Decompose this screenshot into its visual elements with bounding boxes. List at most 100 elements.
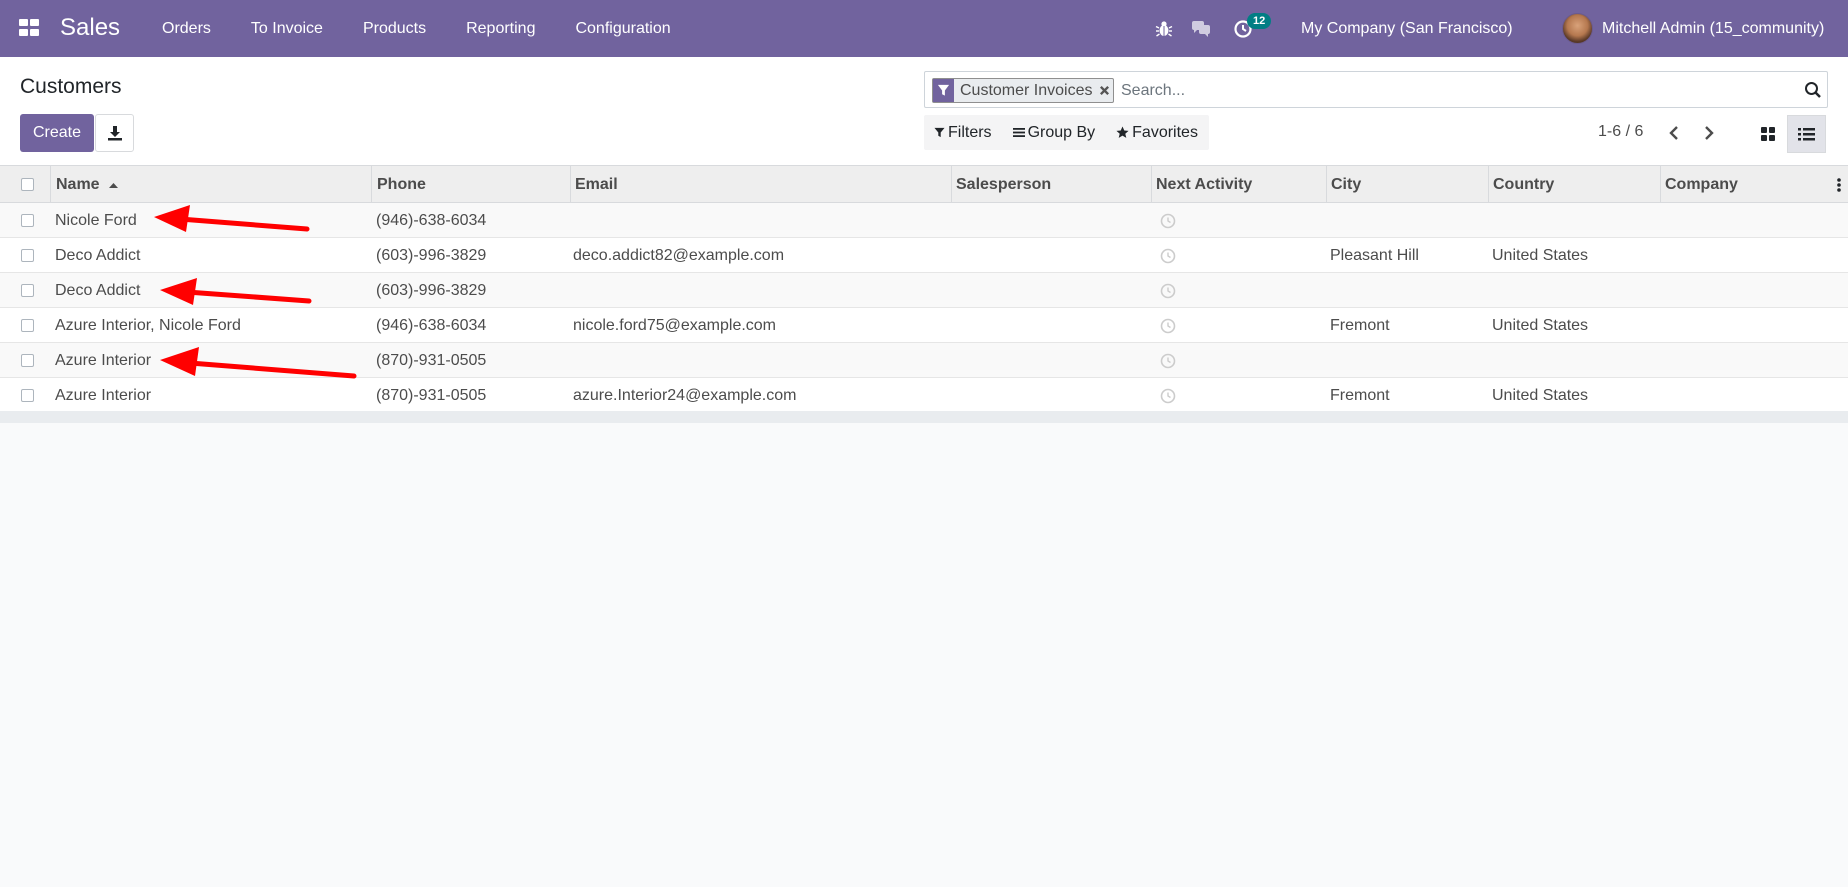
column-company[interactable]: Company xyxy=(1660,166,1738,203)
cell-city: Fremont xyxy=(1330,317,1390,334)
apps-icon[interactable] xyxy=(19,19,41,37)
row-checkbox[interactable] xyxy=(21,249,34,262)
column-phone[interactable]: Phone xyxy=(372,166,426,203)
search-icon[interactable] xyxy=(1804,81,1822,99)
row-checkbox[interactable] xyxy=(21,284,34,297)
cell-email: nicole.ford75@example.com xyxy=(573,317,777,334)
search-options: Filters Group By Favorites xyxy=(924,115,1209,150)
activity-clock-icon[interactable] xyxy=(1160,213,1176,229)
menu-products[interactable]: Products xyxy=(363,20,426,38)
list-view-button[interactable] xyxy=(1787,115,1826,153)
avatar[interactable] xyxy=(1562,13,1593,44)
column-options-icon[interactable] xyxy=(1836,177,1842,193)
cell-email: deco.addict82@example.com xyxy=(573,247,785,264)
column-salesperson[interactable]: Salesperson xyxy=(951,166,1051,203)
table-row[interactable]: Deco Addict (603)-996-3829 xyxy=(0,273,1848,308)
cell-phone: (870)-931-0505 xyxy=(376,387,487,404)
facet-label: Customer Invoices xyxy=(960,82,1093,99)
column-email[interactable]: Email xyxy=(570,166,618,203)
filters-label: Filters xyxy=(948,123,992,141)
close-icon xyxy=(1099,85,1110,96)
menu-to-invoice[interactable]: To Invoice xyxy=(251,20,323,38)
customers-list: Name Phone Email Salesperson Next Activi… xyxy=(0,166,1848,413)
sort-asc-icon xyxy=(109,183,119,188)
group-by-icon xyxy=(1012,128,1025,137)
main-menu: Orders To Invoice Products Reporting Con… xyxy=(162,20,711,38)
table-row[interactable]: Azure Interior (870)-931-0505 azure.Inte… xyxy=(0,378,1848,413)
cell-city: Fremont xyxy=(1330,387,1390,404)
activity-clock-icon[interactable] xyxy=(1160,318,1176,334)
kanban-view-button[interactable] xyxy=(1748,115,1787,153)
table-header: Name Phone Email Salesperson Next Activi… xyxy=(0,166,1848,203)
favorites-label: Favorites xyxy=(1132,123,1198,141)
facet-type xyxy=(933,79,954,102)
cell-country: United States xyxy=(1492,387,1589,404)
row-checkbox[interactable] xyxy=(21,389,34,402)
download-icon xyxy=(107,126,122,141)
column-name-label: Name xyxy=(56,176,100,193)
top-navbar: Sales Orders To Invoice Products Reporti… xyxy=(0,0,1848,57)
column-country[interactable]: Country xyxy=(1488,166,1554,203)
cell-phone: (603)-996-3829 xyxy=(376,282,487,299)
search-facet: Customer Invoices xyxy=(932,78,1114,103)
filters-dropdown[interactable]: Filters xyxy=(924,115,1003,150)
pager-value[interactable]: 1-6 / 6 xyxy=(1598,123,1643,141)
table-body: Nicole Ford (946)-638-6034 Deco Addict (… xyxy=(0,203,1848,413)
activity-clock-icon[interactable] xyxy=(1160,353,1176,369)
cell-name: Nicole Ford xyxy=(55,212,137,229)
table-row[interactable]: Azure Interior (870)-931-0505 xyxy=(0,343,1848,378)
app-name[interactable]: Sales xyxy=(60,14,120,42)
company-switcher[interactable]: My Company (San Francisco) xyxy=(1301,20,1513,38)
control-panel: Customers Create Customer Invoices Searc… xyxy=(0,57,1848,166)
cell-name: Azure Interior xyxy=(55,352,152,369)
table-row[interactable]: Azure Interior, Nicole Ford (946)-638-60… xyxy=(0,308,1848,343)
column-name[interactable]: Name xyxy=(51,166,119,203)
select-all-checkbox[interactable] xyxy=(21,178,34,191)
activity-badge: 12 xyxy=(1247,13,1272,29)
filter-icon xyxy=(934,127,945,138)
cell-city: Pleasant Hill xyxy=(1330,247,1419,264)
row-checkbox[interactable] xyxy=(21,214,34,227)
cell-name: Deco Addict xyxy=(55,247,141,264)
page-title: Customers xyxy=(20,75,122,98)
favorites-dropdown[interactable]: Favorites xyxy=(1106,115,1209,150)
table-row[interactable]: Nicole Ford (946)-638-6034 xyxy=(0,203,1848,238)
search-box: Customer Invoices xyxy=(924,71,1828,108)
star-icon xyxy=(1116,126,1129,138)
cell-country: United States xyxy=(1492,317,1589,334)
table-row[interactable]: Deco Addict (603)-996-3829 deco.addict82… xyxy=(0,238,1848,273)
group-by-label: Group By xyxy=(1027,123,1096,141)
menu-configuration[interactable]: Configuration xyxy=(575,20,670,38)
facet-remove-button[interactable] xyxy=(1097,79,1113,102)
cell-phone: (946)-638-6034 xyxy=(376,212,487,229)
list-view-icon xyxy=(1798,127,1815,140)
user-menu[interactable]: Mitchell Admin (15_community) xyxy=(1602,20,1824,38)
cell-country: United States xyxy=(1492,247,1589,264)
table-footer xyxy=(0,411,1848,423)
column-city[interactable]: City xyxy=(1326,166,1361,203)
cell-phone: (603)-996-3829 xyxy=(376,247,487,264)
bug-icon[interactable] xyxy=(1154,19,1174,39)
menu-reporting[interactable]: Reporting xyxy=(466,20,535,38)
menu-orders[interactable]: Orders xyxy=(162,20,211,38)
cell-name: Deco Addict xyxy=(55,282,141,299)
cell-phone: (870)-931-0505 xyxy=(376,352,487,369)
search-input[interactable] xyxy=(1121,78,1771,103)
kanban-view-icon xyxy=(1760,127,1775,141)
row-checkbox[interactable] xyxy=(21,354,34,367)
activity-clock-icon[interactable] xyxy=(1160,283,1176,299)
chat-icon[interactable] xyxy=(1191,19,1211,39)
activity-clock-icon[interactable] xyxy=(1160,388,1176,404)
group-by-dropdown[interactable]: Group By xyxy=(1003,115,1107,150)
filter-icon xyxy=(937,84,950,96)
row-checkbox[interactable] xyxy=(21,319,34,332)
chevron-right-icon[interactable] xyxy=(1699,123,1719,143)
column-next-activity[interactable]: Next Activity xyxy=(1151,166,1252,203)
export-button[interactable] xyxy=(95,114,134,152)
create-button[interactable]: Create xyxy=(20,114,94,152)
cell-email: azure.Interior24@example.com xyxy=(573,387,797,404)
cell-phone: (946)-638-6034 xyxy=(376,317,487,334)
chevron-left-icon[interactable] xyxy=(1664,123,1684,143)
activity-clock-icon[interactable] xyxy=(1160,248,1176,264)
cell-name: Azure Interior, Nicole Ford xyxy=(55,317,241,334)
